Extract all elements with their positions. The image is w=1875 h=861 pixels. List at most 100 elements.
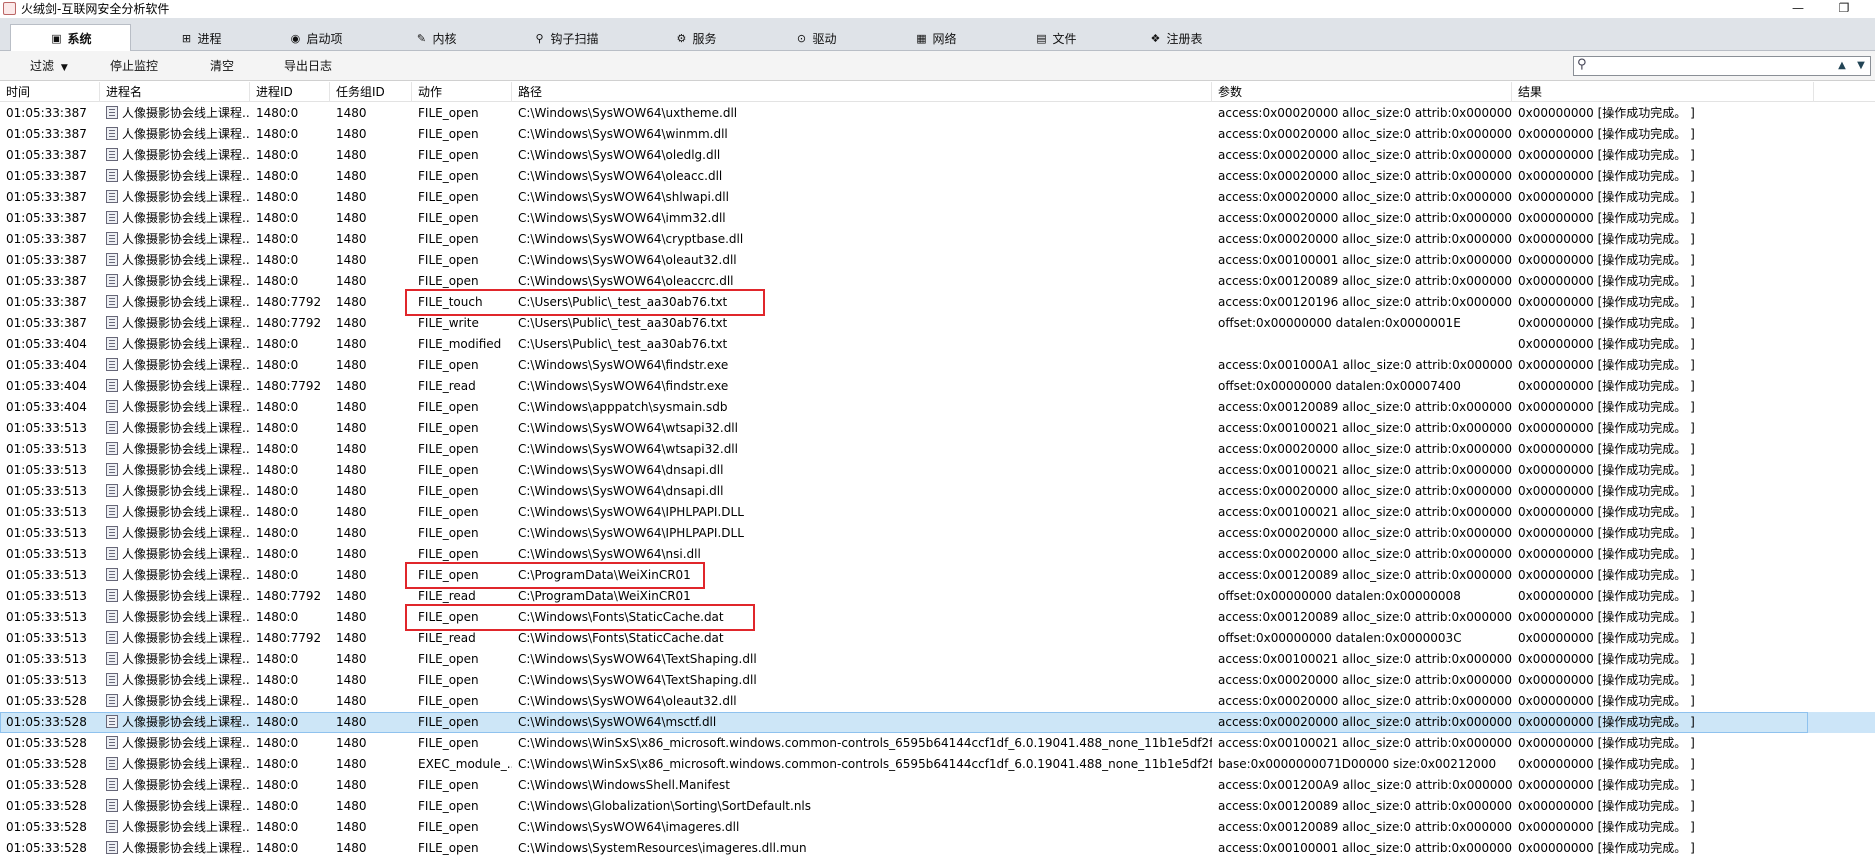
cell-task-group-id: 1480 — [336, 337, 367, 351]
cell-process-name: 人像摄影协会线上课程... — [100, 502, 250, 523]
table-row[interactable]: 01:05:33:387 人像摄影协会线上课程... 1480:7792 1480 FI… — [0, 313, 1875, 334]
table-row[interactable]: 01:05:33:387 人像摄影协会线上课程... 1480:0 1480 FILE_… — [0, 208, 1875, 229]
process-icon — [106, 820, 118, 833]
table-row[interactable]: 01:05:33:404 人像摄影协会线上课程... 1480:0 1480 FILE_… — [0, 334, 1875, 355]
header-col-params[interactable]: 参数 — [1212, 82, 1512, 102]
cell-params: offset:0x00000000 datalen:0x00000008 — [1218, 589, 1461, 603]
tab-1[interactable]: ⊞ 进程 — [140, 25, 261, 51]
table-header: 时间 进程名 进程ID 任务组ID 动作 路径 参数 结果 — [0, 82, 1875, 102]
table-row[interactable]: 01:05:33:528 人像摄影协会线上课程... 1480:0 1480 FILE_… — [0, 796, 1875, 817]
table-row[interactable]: 01:05:33:404 人像摄影协会线上课程... 1480:0 1480 FILE_… — [0, 355, 1875, 376]
export-log-button[interactable]: 导出日志 — [284, 57, 332, 75]
cell-result: 0x00000000 [操作成功完成。 ] — [1518, 337, 1695, 351]
cell-params: access:0x00020000 alloc_size:0 attrib:0x… — [1218, 442, 1512, 456]
cell-task-group-id: 1480 — [336, 652, 367, 666]
cell-time: 01:05:33:513 — [6, 442, 87, 456]
tab-3[interactable]: ✎ 内核 — [375, 25, 496, 51]
table-row[interactable]: 01:05:33:528 人像摄影协会线上课程... 1480:0 1480 EXEC_… — [0, 754, 1875, 775]
cell-action: FILE_open — [418, 211, 479, 225]
cell-time: 01:05:33:513 — [6, 568, 87, 582]
cell-path: C:\Windows\SysWOW64\shlwapi.dll — [518, 190, 729, 204]
table-row[interactable]: 01:05:33:404 人像摄影协会线上课程... 1480:7792 1480 FI… — [0, 376, 1875, 397]
cell-task-group-id: 1480 — [336, 127, 367, 141]
table-row[interactable]: 01:05:33:387 人像摄影协会线上课程... 1480:0 1480 FILE_… — [0, 250, 1875, 271]
table-row[interactable]: 01:05:33:387 人像摄影协会线上课程... 1480:0 1480 FILE_… — [0, 124, 1875, 145]
table-row[interactable]: 01:05:33:513 人像摄影协会线上课程... 1480:0 1480 FILE_… — [0, 460, 1875, 481]
header-col-path[interactable]: 路径 — [512, 82, 1212, 102]
tab-9[interactable]: ❖ 注册表 — [1115, 25, 1236, 51]
table-row[interactable]: 01:05:33:513 人像摄影协会线上课程... 1480:0 1480 FILE_… — [0, 439, 1875, 460]
header-col-time[interactable]: 时间 — [0, 82, 100, 102]
table-row[interactable]: 01:05:33:513 人像摄影协会线上课程... 1480:0 1480 FILE_… — [0, 418, 1875, 439]
tab-7[interactable]: ▦ 网络 — [875, 25, 996, 51]
stop-monitor-button[interactable]: 停止监控 — [110, 57, 158, 75]
table-row[interactable]: 01:05:33:404 人像摄影协会线上课程... 1480:0 1480 FILE_… — [0, 397, 1875, 418]
cell-process-name: 人像摄影协会线上课程... — [100, 418, 250, 439]
tab-5[interactable]: ⚙ 服务 — [635, 25, 756, 51]
table-row[interactable]: 01:05:33:387 人像摄影协会线上课程... 1480:0 1480 FILE_… — [0, 145, 1875, 166]
tab-0[interactable]: ▣ 系统 — [10, 24, 131, 52]
table-row[interactable]: 01:05:33:513 人像摄影协会线上课程... 1480:7792 1480 FI… — [0, 586, 1875, 607]
cell-process-id: 1480:0 — [256, 421, 299, 435]
table-row[interactable]: 01:05:33:513 人像摄影协会线上课程... 1480:0 1480 FILE_… — [0, 565, 1875, 586]
table-row[interactable]: 01:05:33:528 人像摄影协会线上课程... 1480:0 1480 FILE_… — [0, 838, 1875, 859]
table-row[interactable]: 01:05:33:513 人像摄影协会线上课程... 1480:7792 1480 FI… — [0, 628, 1875, 649]
table-row[interactable]: 01:05:33:513 人像摄影协会线上课程... 1480:0 1480 FILE_… — [0, 649, 1875, 670]
header-col-process-id[interactable]: 进程ID — [250, 82, 330, 102]
table-row[interactable]: 01:05:33:513 人像摄影协会线上课程... 1480:0 1480 FILE_… — [0, 481, 1875, 502]
clear-button[interactable]: 清空 — [210, 57, 234, 75]
tab-6[interactable]: ⊙ 驱动 — [755, 25, 876, 51]
table-row[interactable]: 01:05:33:387 人像摄影协会线上课程... 1480:0 1480 FILE_… — [0, 166, 1875, 187]
table-row[interactable]: 01:05:33:387 人像摄影协会线上课程... 1480:0 1480 FILE_… — [0, 271, 1875, 292]
cell-process-name: 人像摄影协会线上课程... — [100, 103, 250, 124]
cell-task-group-id: 1480 — [336, 190, 367, 204]
cell-path: C:\Windows\SysWOW64\TextShaping.dll — [518, 673, 757, 687]
header-col-task-group-id[interactable]: 任务组ID — [330, 82, 412, 102]
cell-result: 0x00000000 [操作成功完成。 ] — [1518, 484, 1695, 498]
cell-task-group-id: 1480 — [336, 421, 367, 435]
search-up-button[interactable]: ▲ — [1834, 58, 1850, 74]
cell-time: 01:05:33:528 — [6, 841, 87, 855]
cell-time: 01:05:33:513 — [6, 547, 87, 561]
table-row[interactable]: 01:05:33:528 人像摄影协会线上课程... 1480:0 1480 FILE_… — [0, 817, 1875, 838]
search-down-button[interactable]: ▼ — [1853, 58, 1869, 74]
cell-time: 01:05:33:528 — [6, 736, 87, 750]
search-input[interactable] — [1594, 58, 1822, 74]
tab-2[interactable]: ◉ 启动项 — [255, 25, 376, 51]
table-row[interactable]: 01:05:33:513 人像摄影协会线上课程... 1480:0 1480 FILE_… — [0, 502, 1875, 523]
table-row[interactable]: 01:05:33:528 人像摄影协会线上课程... 1480:0 1480 FILE_… — [0, 691, 1875, 712]
table-row[interactable]: 01:05:33:387 人像摄影协会线上课程... 1480:0 1480 FILE_… — [0, 187, 1875, 208]
cell-task-group-id: 1480 — [336, 442, 367, 456]
cell-result: 0x00000000 [操作成功完成。 ] — [1518, 358, 1695, 372]
table-row[interactable]: 01:05:33:528 人像摄影协会线上课程... 1480:0 1480 FILE_… — [0, 712, 1875, 733]
minimize-button[interactable]: — — [1775, 0, 1821, 18]
table-row[interactable]: 01:05:33:513 人像摄影协会线上课程... 1480:0 1480 FILE_… — [0, 670, 1875, 691]
kernel-icon: ✎ — [416, 31, 427, 45]
process-icon — [106, 778, 118, 791]
tab-label: 启动项 — [306, 31, 343, 46]
table-row[interactable]: 01:05:33:528 人像摄影协会线上课程... 1480:0 1480 FILE_… — [0, 775, 1875, 796]
process-icon — [106, 841, 118, 854]
table-row[interactable]: 01:05:33:528 人像摄影协会线上课程... 1480:0 1480 FILE_… — [0, 733, 1875, 754]
table-row[interactable]: 01:05:33:387 人像摄影协会线上课程... 1480:0 1480 FILE_… — [0, 229, 1875, 250]
table-row[interactable]: 01:05:33:513 人像摄影协会线上课程... 1480:0 1480 FILE_… — [0, 523, 1875, 544]
cell-path: C:\Windows\SysWOW64\msctf.dll — [518, 715, 717, 729]
cell-process-name: 人像摄影协会线上课程... — [100, 628, 250, 649]
cell-process-id: 1480:7792 — [256, 589, 322, 603]
filter-dropdown[interactable]: 过滤 ▼ — [30, 57, 68, 75]
header-col-action[interactable]: 动作 — [412, 82, 512, 102]
restore-button[interactable]: ❐ — [1821, 0, 1867, 18]
cell-time: 01:05:33:387 — [6, 295, 87, 309]
cell-process-id: 1480:0 — [256, 232, 299, 246]
tab-8[interactable]: ▤ 文件 — [995, 25, 1116, 51]
table-row[interactable]: 01:05:33:387 人像摄影协会线上课程... 1480:7792 1480 FI… — [0, 292, 1875, 313]
table-row[interactable]: 01:05:33:513 人像摄影协会线上课程... 1480:0 1480 FILE_… — [0, 607, 1875, 628]
header-col-process-name[interactable]: 进程名 — [100, 82, 250, 102]
process-name-text: 人像摄影协会线上课程... — [122, 820, 250, 834]
cell-params: access:0x00020000 alloc_size:0 attrib:0x… — [1218, 526, 1512, 540]
table-row[interactable]: 01:05:33:387 人像摄影协会线上课程... 1480:0 1480 FILE_… — [0, 103, 1875, 124]
header-col-result[interactable]: 结果 — [1512, 82, 1814, 102]
tab-4[interactable]: ⚲ 钩子扫描 — [505, 25, 626, 51]
table-row[interactable]: 01:05:33:513 人像摄影协会线上课程... 1480:0 1480 FILE_… — [0, 544, 1875, 565]
cell-params: access:0x001000A1 alloc_size:0 attrib:0x… — [1218, 358, 1512, 372]
